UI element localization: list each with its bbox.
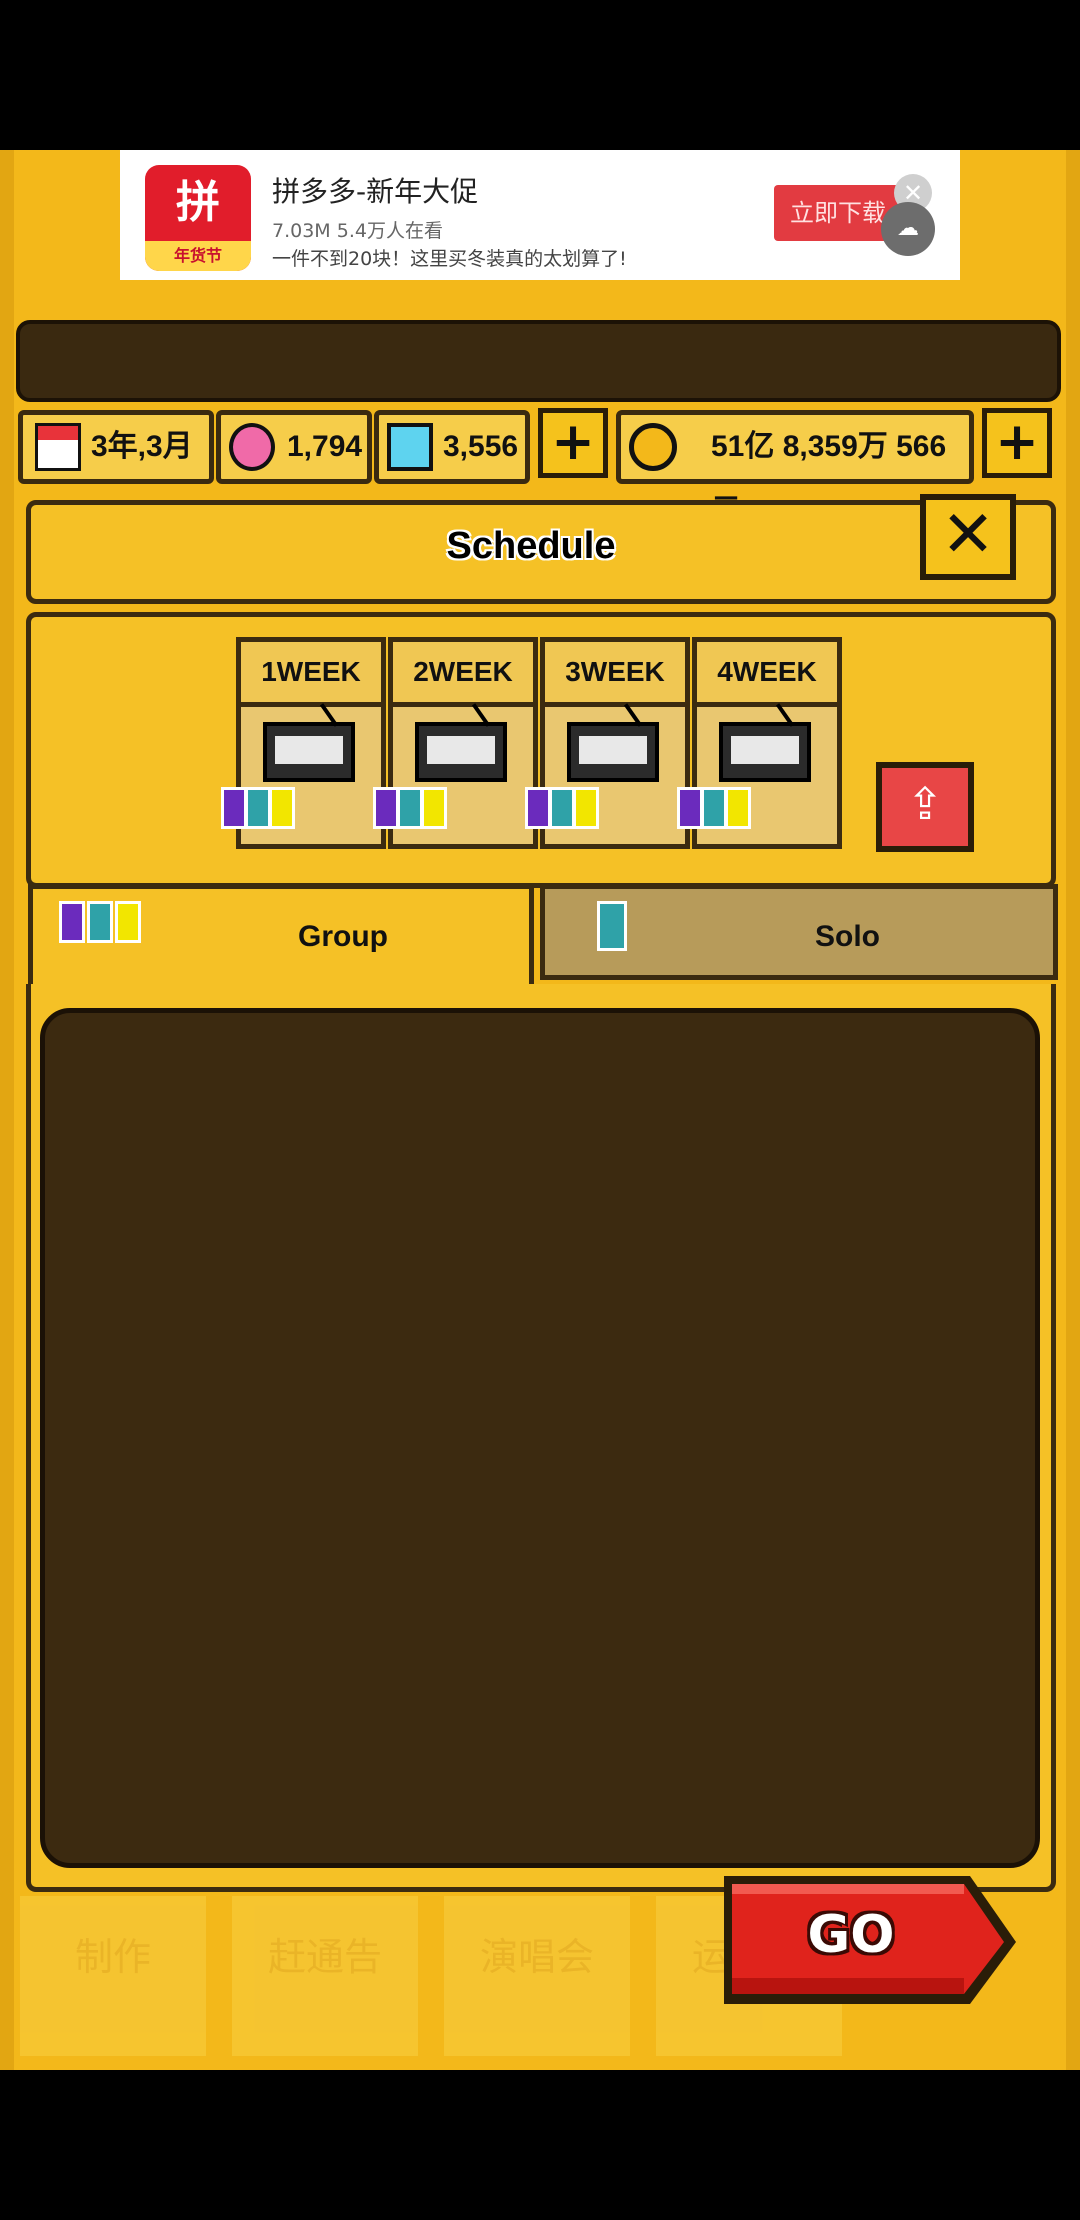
week-card-1[interactable]: 1WEEK <box>221 637 386 849</box>
pink-gem-icon <box>229 423 275 471</box>
ad-banner[interactable]: 拼 年货节 拼多多-新年大促 7.03M 5.4万人在看 一件不到20块！这里买… <box>120 150 960 280</box>
hearts-value: 1,794 <box>287 430 363 463</box>
group-icon <box>53 901 149 957</box>
plus-icon: + <box>551 412 595 472</box>
schedule-list[interactable] <box>40 1008 1040 1868</box>
add-money-button[interactable]: + <box>982 408 1052 478</box>
upload-icon: ⇪ <box>906 779 944 830</box>
week-label: 4WEEK <box>697 642 837 707</box>
page-title: Schedule <box>446 525 616 567</box>
bg-stripe <box>1066 150 1080 2070</box>
bg-stripe <box>0 150 14 2070</box>
group-icon <box>525 787 615 833</box>
solo-icon <box>589 901 633 957</box>
coin-icon <box>629 423 677 471</box>
week-label: 1WEEK <box>241 642 381 707</box>
week-card-2[interactable]: 2WEEK <box>373 637 538 849</box>
upload-button[interactable]: ⇪ <box>876 762 974 852</box>
nav-concert-label: 演唱会 <box>479 1935 594 1979</box>
calendar-icon <box>35 423 81 471</box>
close-icon: ✕ <box>941 498 995 572</box>
schedule-header: Schedule <box>26 500 1056 604</box>
money-display: 51亿 8,359万 566元 <box>616 410 974 527</box>
tv-icon <box>719 703 811 782</box>
tab-solo[interactable]: Solo <box>540 884 1058 980</box>
week-label: 3WEEK <box>545 642 685 707</box>
ad-subtitle: 7.03M 5.4万人在看 <box>272 220 443 242</box>
plus-icon: + <box>995 412 1039 472</box>
tv-icon <box>567 703 659 782</box>
week-label: 2WEEK <box>393 642 533 707</box>
week-card-4[interactable]: 4WEEK <box>677 637 842 849</box>
tab-group[interactable]: Group <box>28 884 534 990</box>
money-value: 51亿 8,359万 566元 <box>711 430 947 527</box>
nav-appointments[interactable]: 赶通告 <box>232 1896 418 2056</box>
week-card-3[interactable]: 3WEEK <box>525 637 690 849</box>
close-button[interactable]: ✕ <box>920 494 1016 580</box>
hearts-display: 1,794 <box>216 410 372 484</box>
nav-appointments-label: 赶通告 <box>267 1935 382 1979</box>
title-plate <box>16 320 1061 402</box>
group-icon <box>221 787 311 833</box>
ad-title: 拼多多-新年大促 <box>272 175 479 208</box>
go-label: GO <box>807 1905 895 1965</box>
group-icon <box>373 787 463 833</box>
tv-icon <box>415 703 507 782</box>
ad-description: 一件不到20块！这里买冬装真的太划算了! <box>272 248 627 270</box>
ad-logo-strip: 年货节 <box>145 241 251 271</box>
group-icon <box>677 787 767 833</box>
tv-icon <box>263 703 355 782</box>
add-currency-button[interactable]: + <box>538 408 608 478</box>
nav-concert[interactable]: 演唱会 <box>444 1896 630 2056</box>
nav-produce[interactable]: 制作 <box>20 1896 206 2056</box>
tab-group-label: Group <box>298 920 388 953</box>
ad-logo: 拼 年货节 <box>145 165 251 271</box>
date-value: 3年,3月 <box>91 430 193 463</box>
diamonds-value: 3,556 <box>443 430 519 463</box>
date-display: 3年,3月 <box>18 410 214 484</box>
diamonds-display: 3,556 <box>374 410 530 484</box>
ad-logo-glyph: 拼 <box>176 177 220 228</box>
go-button[interactable]: GO <box>720 1870 1020 2010</box>
diamond-icon <box>387 423 433 471</box>
nav-produce-label: 制作 <box>74 1935 151 1979</box>
ad-badge-icon: ☁ <box>881 202 935 256</box>
tab-solo-label: Solo <box>815 920 880 953</box>
